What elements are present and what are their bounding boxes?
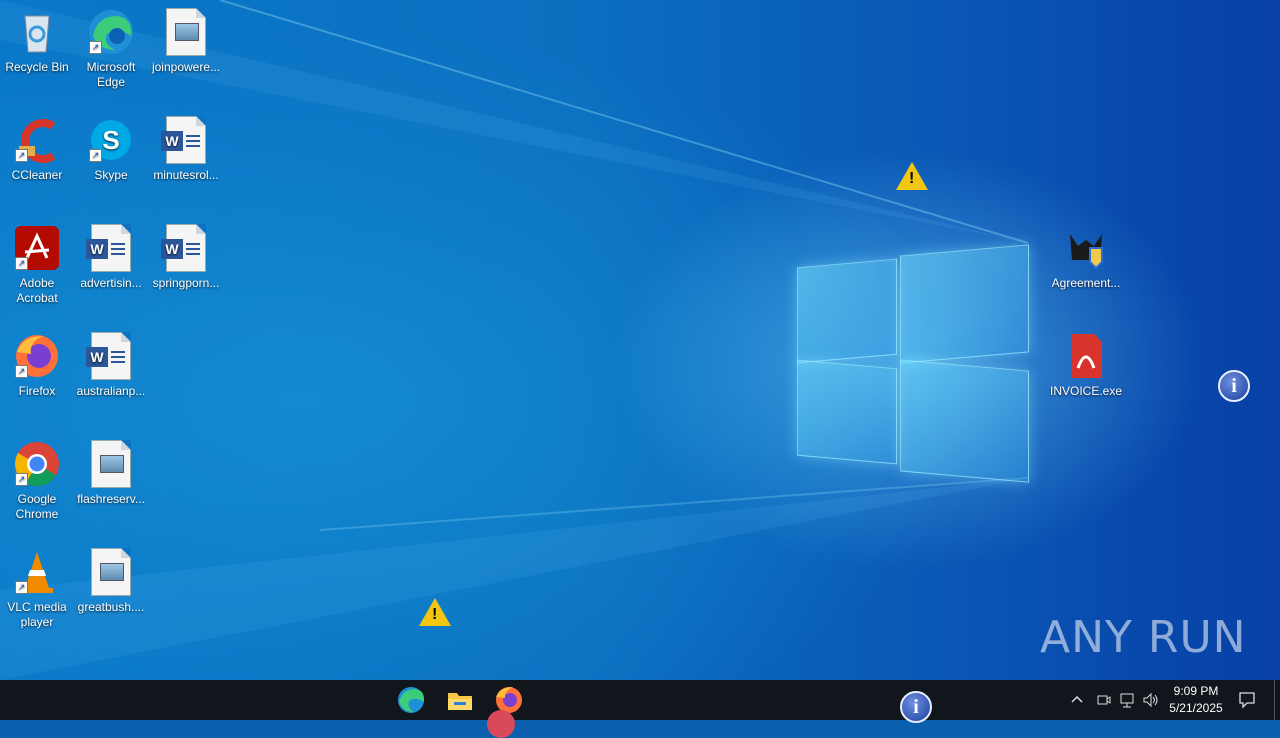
desktop-icon-google-chrome[interactable]: ↗ Google Chrome xyxy=(0,440,74,522)
taskbar-clock[interactable]: 9:09 PM 5/21/2025 xyxy=(1160,683,1232,717)
invoice-exe-icon xyxy=(1062,332,1110,380)
icon-label: Recycle Bin xyxy=(5,60,69,74)
taskbar-edge-button[interactable] xyxy=(395,684,427,716)
windows-logo-pane xyxy=(900,359,1029,483)
desktop-icon-joinpowere[interactable]: joinpowere... xyxy=(149,8,223,75)
agreement-exe-icon xyxy=(1062,224,1110,272)
shortcut-arrow-icon: ↗ xyxy=(15,257,28,270)
shortcut-arrow-icon: ↗ xyxy=(15,149,28,162)
desktop-icon-invoice-exe[interactable]: INVOICE.exe xyxy=(1049,332,1123,399)
shortcut-arrow-icon: ↗ xyxy=(15,473,28,486)
desktop-icon-springporn[interactable]: W springporn... xyxy=(149,224,223,291)
tray-volume-icon[interactable] xyxy=(1142,692,1160,732)
desktop-icon-australianp[interactable]: W australianp... xyxy=(74,332,148,399)
tray-chevron-up-icon[interactable] xyxy=(1070,692,1084,732)
edge-icon xyxy=(398,687,425,713)
desktop-icon-advertisin[interactable]: W advertisin... xyxy=(74,224,148,291)
image-file-icon xyxy=(87,548,135,596)
desktop-icon-flashreserv[interactable]: flashreserv... xyxy=(74,440,148,507)
desktop-icon-skype[interactable]: S ↗ Skype xyxy=(74,116,148,183)
vlc-icon: ↗ xyxy=(13,548,61,596)
windows-logo-pane xyxy=(900,244,1029,364)
acrobat-icon: ↗ xyxy=(13,224,61,272)
desktop-icon-agreement[interactable]: Agreement... xyxy=(1049,224,1123,291)
icon-label: advertisin... xyxy=(80,276,142,290)
icon-label: minutesrol... xyxy=(153,168,219,182)
icon-label: Microsoft Edge xyxy=(86,60,136,89)
svg-text:S: S xyxy=(102,125,119,155)
anyrun-watermark: ANY RUN xyxy=(1040,612,1247,663)
ccleaner-icon: ↗ xyxy=(13,116,61,164)
show-desktop-button[interactable] xyxy=(1274,680,1280,720)
shortcut-arrow-icon: ↗ xyxy=(15,365,28,378)
word-document-icon: W xyxy=(161,224,210,272)
clock-date: 5/21/2025 xyxy=(1169,701,1223,715)
recycle-bin-icon xyxy=(13,8,61,56)
image-file-icon xyxy=(162,8,210,56)
shortcut-arrow-icon: ↗ xyxy=(15,581,28,594)
icon-label: australianp... xyxy=(76,384,146,398)
word-document-icon: W xyxy=(161,116,210,164)
icon-label: CCleaner xyxy=(11,168,63,182)
windows-logo-pane xyxy=(797,359,897,465)
info-icon[interactable]: i xyxy=(900,691,932,723)
desktop-icon-ccleaner[interactable]: ↗ CCleaner xyxy=(0,116,74,183)
icon-label: greatbush.... xyxy=(77,600,145,614)
warning-icon[interactable]: ! xyxy=(896,162,928,190)
windows-logo-pane xyxy=(797,258,897,364)
desktop-icon-microsoft-edge[interactable]: ↗ Microsoft Edge xyxy=(74,8,148,90)
taskbar: i 9:09 PM 5/21/2025 xyxy=(0,680,1280,738)
desktop-icon-firefox[interactable]: ↗ Firefox xyxy=(0,332,74,399)
tray-meet-now-icon[interactable] xyxy=(1096,692,1112,732)
icon-label: INVOICE.exe xyxy=(1049,384,1123,398)
image-file-icon xyxy=(87,440,135,488)
desktop-icon-vlc[interactable]: ↗ VLC media player xyxy=(0,548,74,630)
icon-label: flashreserv... xyxy=(77,492,145,506)
icon-label: Firefox xyxy=(18,384,56,398)
word-document-icon: W xyxy=(86,224,135,272)
skype-icon: S ↗ xyxy=(87,116,135,164)
icon-label: VLC media player xyxy=(7,600,67,629)
icon-label: Google Chrome xyxy=(15,492,59,521)
icon-label: springporn... xyxy=(152,276,220,290)
edge-icon: ↗ xyxy=(87,8,135,56)
desktop[interactable]: Recycle Bin ↗ CCleaner ↗ Adobe Acrobat ↗… xyxy=(0,0,1280,680)
taskbar-file-explorer-button[interactable] xyxy=(444,684,476,716)
notification-center-button[interactable] xyxy=(1238,691,1256,731)
shortcut-arrow-icon: ↗ xyxy=(89,41,102,54)
chrome-icon: ↗ xyxy=(13,440,61,488)
icon-label: Agreement... xyxy=(1051,276,1121,290)
shortcut-arrow-icon: ↗ xyxy=(89,149,102,162)
warning-icon[interactable]: ! xyxy=(419,598,451,626)
icon-label: Skype xyxy=(94,168,128,182)
firefox-icon: ↗ xyxy=(13,332,61,380)
desktop-icon-minutesrol[interactable]: W minutesrol... xyxy=(149,116,223,183)
info-icon[interactable]: i xyxy=(1218,370,1250,402)
desktop-icon-recycle-bin[interactable]: Recycle Bin xyxy=(0,8,74,75)
word-document-icon: W xyxy=(86,332,135,380)
clock-time: 9:09 PM xyxy=(1173,684,1219,698)
desktop-icon-adobe-acrobat[interactable]: ↗ Adobe Acrobat xyxy=(0,224,74,306)
desktop-icon-greatbush[interactable]: greatbush.... xyxy=(74,548,148,615)
taskbar-alert-badge-icon xyxy=(487,710,515,738)
file-explorer-icon xyxy=(448,693,472,710)
notification-center-icon xyxy=(1239,692,1255,709)
icon-label: Adobe Acrobat xyxy=(16,276,58,305)
tray-network-icon[interactable] xyxy=(1119,692,1137,732)
icon-label: joinpowere... xyxy=(151,60,221,74)
